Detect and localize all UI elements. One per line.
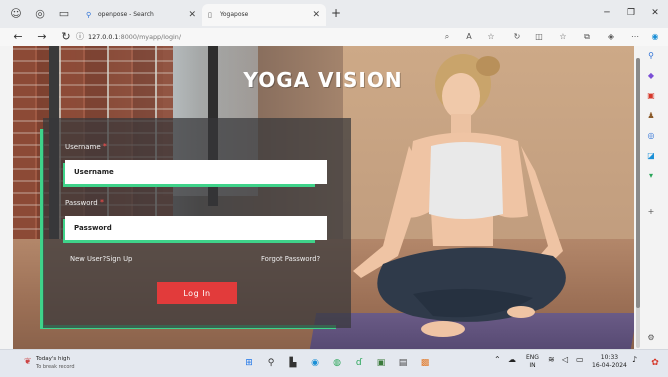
tools-icon[interactable]: ♟ [645, 110, 657, 122]
weather-subtitle: To break record [36, 364, 75, 370]
app-icon[interactable]: ▩ [418, 356, 432, 370]
language-top: ENG [526, 354, 539, 361]
tab-yogapose[interactable]: ▯ Yogapose ✕ [202, 4, 326, 26]
volume-icon[interactable]: ◁ [562, 356, 568, 364]
password-input[interactable] [65, 216, 327, 240]
app-icon[interactable]: ɗ [352, 356, 366, 370]
tab-openpose-search[interactable]: ⚲ openpose - Search ✕ [80, 4, 202, 26]
weather-widget[interactable]: ❦ Today's high To break record [24, 355, 94, 375]
url-path: :8000/myapp/login/ [118, 33, 181, 41]
tab-actions-icon[interactable]: ▭ [56, 6, 72, 22]
favorite-star-icon[interactable]: ☆ [484, 29, 498, 45]
chrome-icon[interactable]: ◍ [330, 356, 344, 370]
signup-link[interactable]: New User?Sign Up [70, 255, 132, 263]
favorites-icon[interactable]: ☆ [556, 29, 570, 45]
edge-copilot-icon[interactable]: ◉ [648, 29, 662, 45]
address-bar: ← → ↻ ⓘ 127.0.0.1:8000/myapp/login/ ⌕ A … [0, 28, 668, 46]
read-aloud-icon[interactable]: A [462, 29, 476, 45]
copilot-icon[interactable]: ✿ [648, 356, 662, 370]
required-mark: * [102, 142, 107, 151]
copilot-icon[interactable]: ◈ [604, 29, 618, 45]
info-icon[interactable]: ⓘ [76, 29, 86, 45]
username-input[interactable] [65, 160, 327, 184]
forgot-password-link[interactable]: Forgot Password? [261, 255, 320, 263]
tab-label: openpose - Search [98, 11, 154, 18]
workspaces-icon[interactable]: ◎ [32, 6, 48, 22]
page-icon: ▯ [208, 11, 212, 19]
circle-icon[interactable]: ◎ [645, 130, 657, 142]
username-field-wrap [63, 160, 327, 187]
shopping-icon[interactable]: ▣ [645, 90, 657, 102]
reader-icon[interactable]: ⌕ [440, 29, 454, 45]
clock-time: 10:33 [600, 354, 619, 361]
tab-label: Yogapose [220, 11, 249, 18]
browser-window: ☺ ◎ ▭ ⚲ openpose - Search ✕ ▯ Yogapose ✕… [0, 0, 668, 377]
close-tab-icon[interactable]: ✕ [312, 4, 320, 26]
close-tab-icon[interactable]: ✕ [188, 4, 196, 26]
more-icon[interactable]: ⋯ [628, 29, 642, 45]
back-icon[interactable]: ← [10, 29, 26, 45]
url-host: 127.0.0.1 [88, 33, 119, 41]
refresh-icon[interactable]: ↻ [58, 29, 74, 45]
new-tab-button[interactable]: + [328, 5, 344, 21]
weather-icon: ❦ [24, 357, 32, 367]
clock[interactable]: 10:33 16-04-2024 [592, 354, 627, 370]
cloud-icon[interactable]: ☁ [508, 356, 516, 364]
username-label-text: Username [65, 143, 101, 151]
login-page: YOGA VISION Username * Password * New Us… [13, 46, 634, 349]
page-title: YOGA VISION [243, 68, 403, 92]
login-button[interactable]: Log In [157, 282, 237, 304]
password-field-wrap [63, 216, 327, 243]
extension-icon[interactable]: ↻ [510, 29, 524, 45]
tab-bar: ☺ ◎ ▭ ⚲ openpose - Search ✕ ▯ Yogapose ✕… [0, 0, 668, 28]
language-bottom: IN [529, 362, 536, 369]
app-icon[interactable]: ▤ [396, 356, 410, 370]
battery-icon[interactable]: ▭ [576, 356, 584, 364]
close-window-icon[interactable]: ✕ [648, 6, 662, 20]
clock-date: 16-04-2024 [592, 362, 627, 369]
app-icon[interactable]: ▣ [374, 356, 388, 370]
forward-icon[interactable]: → [34, 29, 50, 45]
password-label-text: Password [65, 199, 98, 207]
weather-title: Today's high [36, 356, 71, 362]
profile-icon[interactable]: ☺ [8, 6, 24, 22]
scrollbar-thumb[interactable] [636, 58, 640, 308]
edge-icon[interactable]: ◉ [308, 356, 322, 370]
add-icon[interactable]: + [645, 206, 657, 218]
outlook-icon[interactable]: ◪ [645, 150, 657, 162]
username-label: Username * [65, 142, 107, 151]
split-screen-icon[interactable]: ◫ [532, 29, 546, 45]
url-field[interactable]: 127.0.0.1:8000/myapp/login/ [88, 29, 181, 45]
tag-icon[interactable]: ◆ [645, 70, 657, 82]
chevron-up-icon[interactable]: ⌃ [494, 356, 501, 364]
notifications-icon[interactable]: ♪ [632, 356, 637, 364]
settings-icon[interactable]: ⚙ [645, 332, 657, 344]
required-mark: * [99, 198, 104, 207]
wifi-icon[interactable]: ≋ [548, 356, 555, 364]
language-indicator[interactable]: ENG IN [526, 354, 539, 370]
minimize-icon[interactable]: ─ [600, 6, 614, 20]
collections-icon[interactable]: ⧉ [580, 29, 594, 45]
task-view-icon[interactable]: ▙ [286, 356, 300, 370]
search-icon[interactable]: ⚲ [645, 50, 657, 62]
password-label: Password * [65, 198, 104, 207]
taskbar: ❦ Today's high To break record ⊞ ⚲ ▙ ◉ ◍… [0, 349, 668, 377]
search-icon[interactable]: ⚲ [264, 356, 278, 370]
search-icon: ⚲ [86, 11, 92, 19]
login-form: Username * Password * New User?Sign Up F… [43, 118, 351, 328]
games-icon[interactable]: ▾ [645, 170, 657, 182]
restore-icon[interactable]: ❐ [624, 6, 638, 20]
start-icon[interactable]: ⊞ [242, 356, 256, 370]
